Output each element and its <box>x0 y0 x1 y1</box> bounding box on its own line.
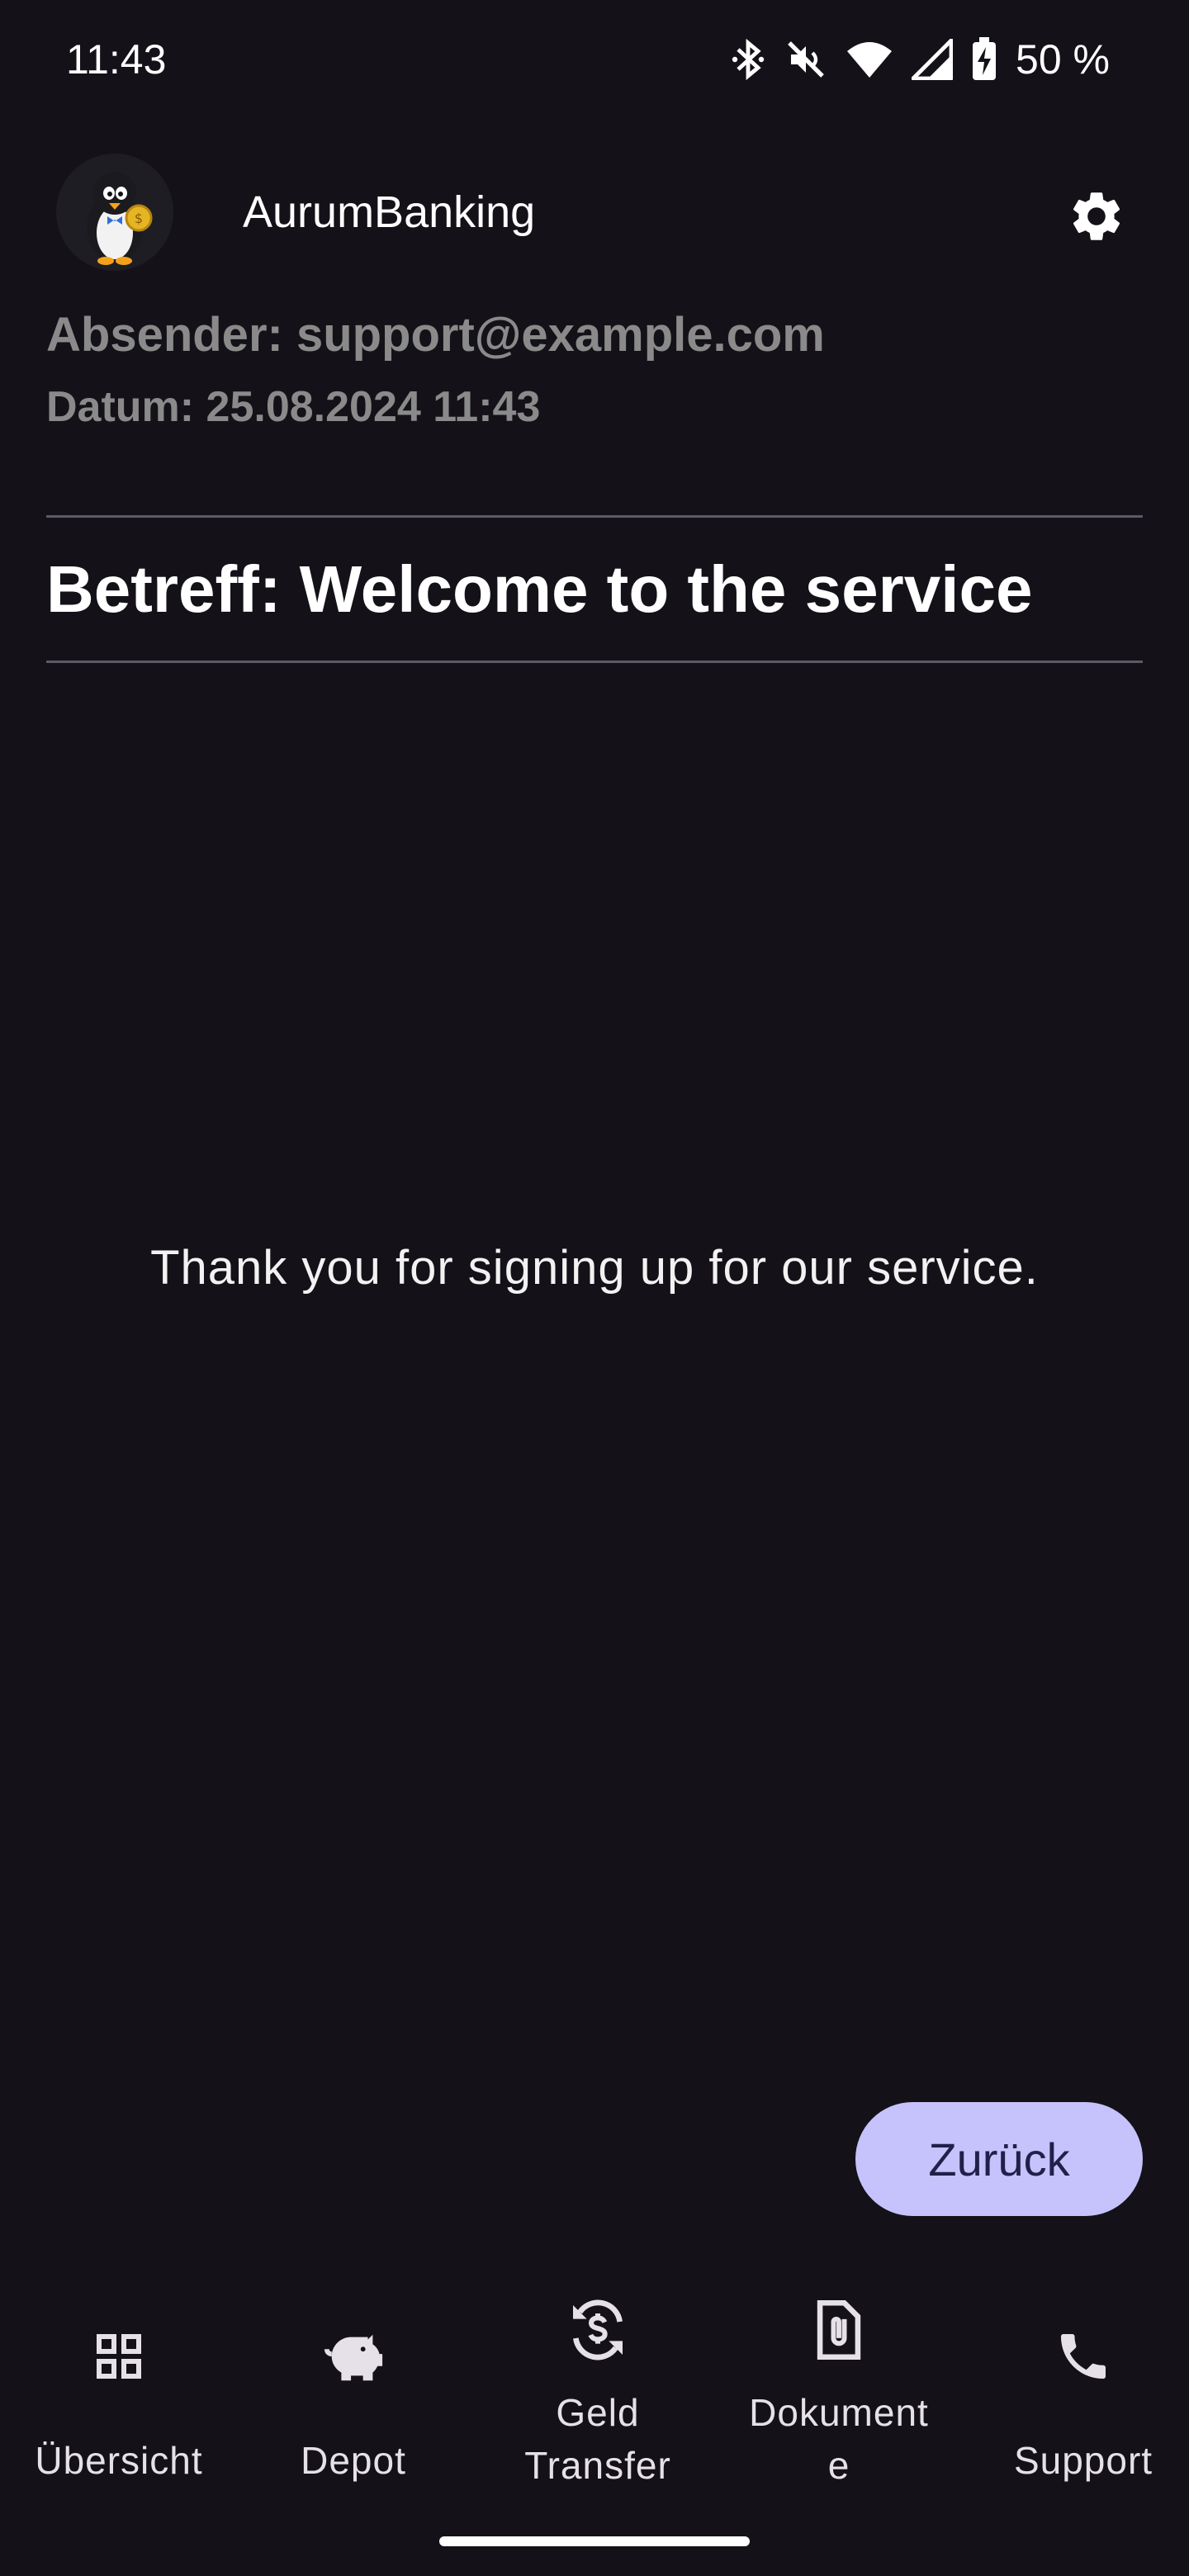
gear-icon <box>1073 192 1120 240</box>
divider-top <box>46 515 1143 518</box>
svg-text:$: $ <box>135 211 143 226</box>
document-attachment-icon <box>720 2297 958 2363</box>
nav-label-support: Support <box>1013 2439 1153 2482</box>
nav-label-depot: Depot <box>301 2439 406 2482</box>
email-body: Thank you for signing up for our service… <box>150 1241 1039 1295</box>
phone-icon <box>964 2327 1189 2386</box>
wifi-icon <box>846 38 893 81</box>
bottom-navigation: Übersicht Depot Geld Transfer Dokument e… <box>0 2262 1189 2510</box>
divider-bottom <box>46 661 1143 663</box>
nav-item-overview[interactable]: Übersicht <box>0 2262 238 2510</box>
settings-button[interactable] <box>1057 177 1136 256</box>
nav-label-overview: Übersicht <box>35 2439 203 2482</box>
back-button[interactable]: Zurück <box>855 2102 1143 2216</box>
battery-charging-icon <box>971 37 997 82</box>
app-logo: $ <box>56 154 173 271</box>
nav-label-money-transfer: Geld Transfer <box>524 2391 671 2487</box>
currency-exchange-icon <box>479 2297 717 2363</box>
status-time: 11:43 <box>66 36 167 83</box>
battery-percentage: 50 % <box>1016 36 1110 83</box>
penguin-logo-icon: $ <box>87 172 153 265</box>
cell-signal-icon <box>912 39 954 80</box>
email-sender: Absender: support@example.com <box>46 308 825 362</box>
nav-item-money-transfer[interactable]: Geld Transfer <box>479 2262 717 2510</box>
mute-icon <box>784 38 827 81</box>
email-subject: Betreff: Welcome to the service <box>46 552 1033 626</box>
nav-item-documents[interactable]: Dokument e <box>720 2262 958 2510</box>
nav-item-support[interactable]: Support <box>964 2262 1189 2510</box>
app-title: AurumBanking <box>243 187 536 237</box>
email-date: Datum: 25.08.2024 11:43 <box>46 383 541 431</box>
bluetooth-icon <box>730 38 766 81</box>
nav-label-documents: Dokument e <box>749 2391 929 2487</box>
grid-icon <box>0 2327 238 2386</box>
status-icons: 50 % <box>730 33 1110 86</box>
nav-item-depot[interactable]: Depot <box>234 2262 472 2510</box>
home-indicator[interactable] <box>439 2536 750 2546</box>
piggy-bank-icon <box>234 2327 472 2386</box>
